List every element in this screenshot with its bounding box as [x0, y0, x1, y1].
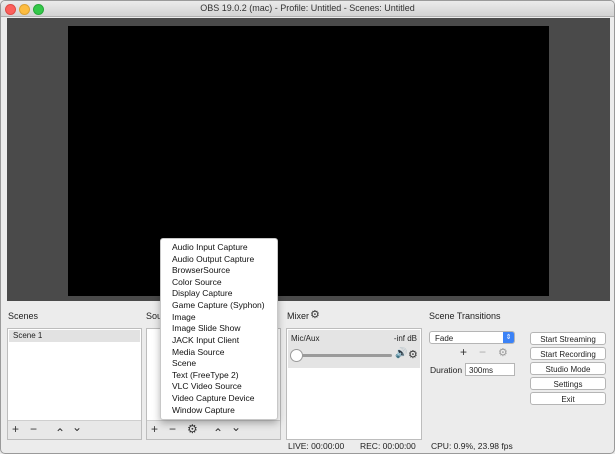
title-bar[interactable]: OBS 19.0.2 (mac) - Profile: Untitled - S… — [1, 1, 614, 17]
status-bar: LIVE: 00:00:00 REC: 00:00:00 CPU: 0.9%, … — [1, 437, 614, 453]
menu-item-window-capture[interactable]: Window Capture — [172, 405, 235, 415]
cpu-fps-status: CPU: 0.9%, 23.98 fps — [431, 441, 513, 451]
live-timer: LIVE: 00:00:00 — [288, 441, 345, 451]
speaker-icon[interactable]: 🔊 — [395, 348, 407, 359]
mixer-channel-level: -inf dB — [393, 334, 417, 343]
select-arrows-icon: ⇕ — [503, 332, 514, 343]
add-transition-button[interactable]: + — [460, 346, 467, 358]
menu-item-image[interactable]: Image — [172, 312, 196, 322]
menu-item-color-source[interactable]: Color Source — [172, 277, 222, 287]
menu-item-game-capture[interactable]: Game Capture (Syphon) — [172, 300, 265, 310]
menu-item-scene[interactable]: Scene — [172, 358, 196, 368]
menu-item-audio-output-capture[interactable]: Audio Output Capture — [172, 254, 254, 264]
menu-item-video-capture-device[interactable]: Video Capture Device — [172, 393, 255, 403]
menu-item-display-capture[interactable]: Display Capture — [172, 288, 232, 298]
menu-item-text-freetype2[interactable]: Text (FreeType 2) — [172, 370, 239, 380]
start-recording-button[interactable]: Start Recording — [530, 347, 606, 360]
duration-label: Duration — [430, 365, 463, 375]
menu-item-media-source[interactable]: Media Source — [172, 347, 224, 357]
rec-timer: REC: 00:00:00 — [360, 441, 416, 451]
mixer-gear-icon[interactable]: ⚙ — [310, 308, 320, 321]
start-streaming-button[interactable]: Start Streaming — [530, 332, 606, 345]
scene-transitions-label: Scene Transitions — [429, 311, 501, 321]
mixer-panel: Mic/Aux -inf dB 🔊 ⚙ — [286, 328, 422, 440]
studio-mode-button[interactable]: Studio Mode — [530, 362, 606, 375]
obs-window: OBS 19.0.2 (mac) - Profile: Untitled - S… — [0, 0, 615, 454]
menu-item-browser-source[interactable]: BrowserSource — [172, 265, 230, 275]
transition-select[interactable]: Fade ⇕ — [429, 331, 515, 344]
volume-slider-track[interactable] — [296, 354, 392, 357]
duration-value: 300ms — [469, 366, 494, 375]
remove-source-button[interactable]: − — [169, 423, 176, 435]
preview-area[interactable] — [7, 18, 610, 301]
scene-list-item[interactable]: Scene 1 — [9, 330, 140, 342]
remove-transition-button[interactable]: − — [479, 346, 486, 358]
settings-button[interactable]: Settings — [530, 377, 606, 390]
scenes-label: Scenes — [8, 311, 39, 321]
transition-gear-icon[interactable]: ⚙ — [498, 346, 508, 359]
source-settings-gear-icon[interactable]: ⚙ — [187, 423, 198, 435]
exit-button[interactable]: Exit — [530, 392, 606, 405]
transition-select-value: Fade — [435, 334, 454, 343]
volume-slider-handle[interactable] — [290, 349, 303, 362]
window-title: OBS 19.0.2 (mac) - Profile: Untitled - S… — [200, 3, 415, 13]
move-scene-down-button[interactable]: ⌄ — [72, 421, 82, 433]
menu-item-jack-input-client[interactable]: JACK Input Client — [172, 335, 239, 345]
remove-scene-button[interactable]: − — [30, 423, 37, 435]
menu-item-vlc-video-source[interactable]: VLC Video Source — [172, 381, 242, 391]
channel-gear-icon[interactable]: ⚙ — [408, 348, 418, 361]
menu-item-audio-input-capture[interactable]: Audio Input Capture — [172, 242, 248, 252]
mixer-channel-name: Mic/Aux — [291, 334, 320, 343]
menu-item-image-slide-show[interactable]: Image Slide Show — [172, 323, 241, 333]
move-source-down-button[interactable]: ⌄ — [231, 421, 241, 433]
duration-spinbox[interactable]: 300ms — [465, 363, 515, 376]
add-scene-button[interactable]: + — [12, 423, 19, 435]
preview-canvas[interactable] — [68, 26, 549, 296]
add-source-button[interactable]: + — [151, 423, 158, 435]
mixer-channel: Mic/Aux -inf dB 🔊 ⚙ — [288, 330, 420, 368]
scenes-panel: Scene 1 + − ⌃ ⌄ — [7, 328, 142, 440]
add-source-menu: Audio Input Capture Audio Output Capture… — [160, 238, 278, 420]
mixer-label: Mixer — [287, 311, 309, 321]
